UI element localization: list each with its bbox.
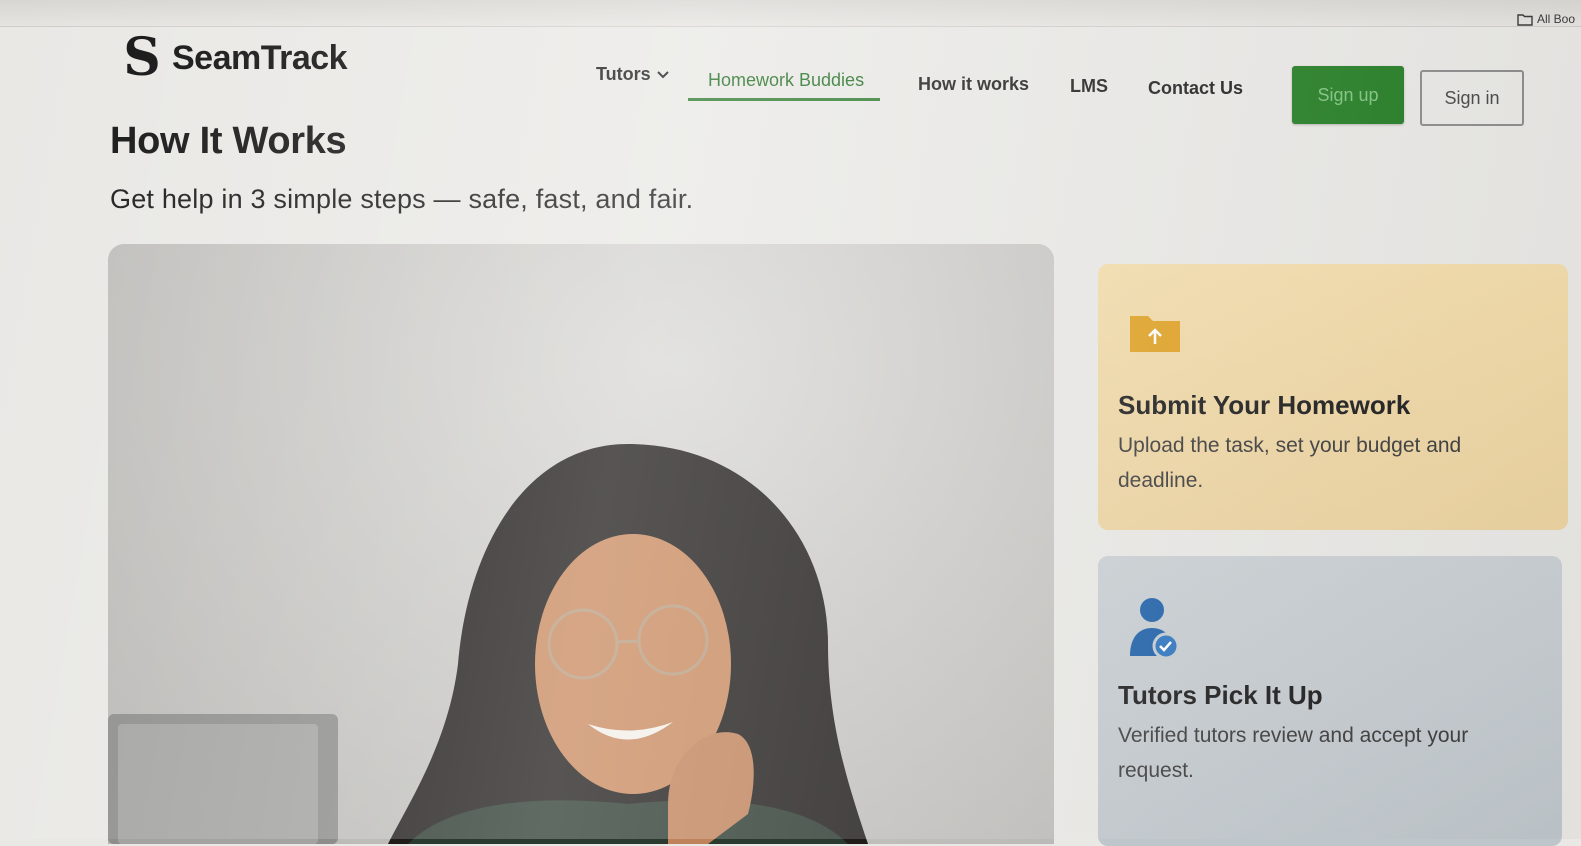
chevron-down-icon: [656, 70, 669, 79]
nav-item-label: Contact Us: [1148, 78, 1244, 98]
browser-top-strip: [0, 0, 1581, 27]
step-description: Verified tutors review and accept your r…: [1118, 724, 1469, 782]
logo-text: SeamTrack: [172, 38, 348, 77]
logo-mark-icon: S: [123, 27, 161, 88]
nav-item-label: Tutors: [596, 64, 651, 84]
step-description: Upload the task, set your budget and dea…: [1118, 434, 1462, 492]
logo[interactable]: S SeamTrack: [120, 30, 347, 86]
nav-item-how-it-works[interactable]: How it works: [918, 74, 1029, 95]
step-card-tutors-pick-it-up: Tutors Pick It Up Verified tutors review…: [1098, 556, 1562, 846]
folder-icon: [1517, 13, 1533, 26]
bookmarks-label: All Boo: [1536, 12, 1575, 26]
folder-upload-icon: [1128, 310, 1182, 359]
page-title: How It Works: [110, 120, 347, 162]
nav-item-contact-us[interactable]: Contact Us: [1148, 78, 1243, 99]
verified-tutor-icon: [1128, 596, 1182, 667]
step-title: Submit Your Homework: [1118, 390, 1411, 420]
sign-up-button[interactable]: Sign up: [1292, 66, 1404, 124]
sign-in-button[interactable]: Sign in: [1420, 70, 1524, 126]
nav-item-label: Homework Buddies: [708, 70, 865, 90]
main-nav: Tutors Homework Buddies How it works LMS…: [592, 62, 1252, 106]
page-subtitle: Get help in 3 simple steps — safe, fast,…: [110, 184, 694, 214]
bookmarks-folder[interactable]: All Boo: [1517, 12, 1575, 26]
hero-image-student: [108, 244, 1054, 844]
active-nav-underline: [688, 98, 881, 101]
step-title: Tutors Pick It Up: [1118, 680, 1323, 710]
nav-item-tutors[interactable]: Tutors: [596, 64, 669, 85]
step-card-submit-homework: Submit Your Homework Upload the task, se…: [1098, 264, 1568, 530]
nav-item-label: LMS: [1070, 76, 1108, 96]
nav-item-lms[interactable]: LMS: [1070, 76, 1108, 97]
nav-item-homework-buddies[interactable]: Homework Buddies: [688, 70, 881, 101]
nav-item-label: How it works: [918, 74, 1030, 94]
